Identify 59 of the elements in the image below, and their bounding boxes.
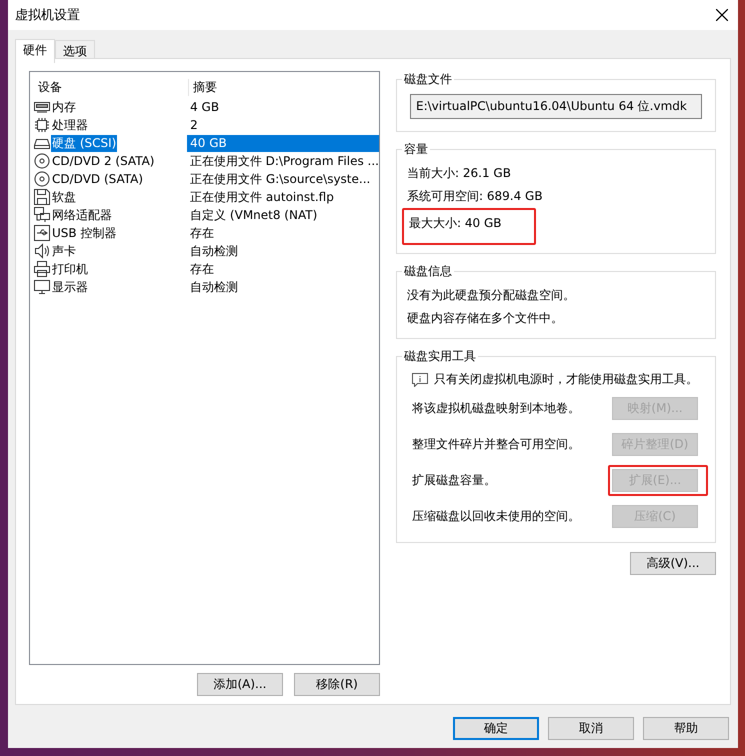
group-title: 磁盘文件 [403, 71, 453, 88]
device-name[interactable]: CD/DVD (SATA) [51, 170, 144, 188]
column-header: 设备 [34, 78, 189, 96]
info-text: 没有为此硬盘预分配磁盘空间。 [406, 287, 576, 304]
monitor-icon [34, 279, 50, 295]
device-summary[interactable]: 自动检测 [187, 242, 379, 260]
device-summary[interactable]: 自定义 (VMnet8 (NAT) [187, 206, 379, 224]
disc-icon [34, 171, 50, 187]
device-name[interactable]: 打印机 [51, 260, 89, 278]
group-title: 磁盘信息 [403, 263, 453, 280]
list-button[interactable]: 添加(A)... [197, 673, 283, 696]
tab[interactable]: 硬件 [15, 39, 55, 63]
info-text: 硬盘内容存储在多个文件中。 [406, 310, 564, 327]
device-summary[interactable]: 正在使用文件 D:\Program Files ... [186, 152, 379, 170]
column-header: 摘要 [192, 78, 217, 96]
chip-icon [34, 117, 50, 133]
disc-icon [34, 153, 50, 169]
utility-label: 压缩磁盘以回收未使用的空间。 [412, 508, 580, 524]
info-icon [412, 372, 428, 386]
usb-icon [34, 225, 50, 241]
device-summary[interactable]: 正在使用文件 G:\source\syste... [187, 170, 379, 188]
dialog-button[interactable]: 确定 [453, 717, 539, 740]
device-name[interactable]: 处理器 [51, 116, 89, 134]
device-name[interactable]: 内存 [51, 98, 77, 116]
note-text: 只有关闭虚拟机电源时，才能使用磁盘实用工具。 [434, 371, 698, 388]
printer-icon [34, 261, 50, 277]
device-name[interactable]: 硬盘 (SCSI) [51, 134, 118, 152]
utility-label: 扩展磁盘容量。 [412, 472, 496, 488]
file-path-field[interactable]: E:\virtualPC\ubuntu16.04\Ubuntu 64 位.vmdk [410, 94, 702, 119]
device-summary[interactable]: 自动检测 [187, 278, 379, 296]
floppy-icon [34, 189, 50, 205]
dialog-button[interactable]: 帮助 [643, 717, 729, 740]
device-summary[interactable]: 正在使用文件 autoinst.flp [187, 188, 379, 206]
list-button[interactable]: 移除(R) [294, 673, 380, 696]
close-icon[interactable] [716, 9, 728, 21]
capacity-text: 系统可用空间: 689.4 GB [406, 188, 544, 205]
window-title: 虚拟机设置 [15, 7, 80, 24]
device-summary[interactable]: 2 [187, 116, 379, 134]
device-name[interactable]: 软盘 [51, 188, 77, 206]
utility-label: 将该虚拟机磁盘映射到本地卷。 [412, 400, 580, 416]
device-summary[interactable]: 存在 [187, 260, 379, 278]
device-name[interactable]: 网络适配器 [51, 206, 113, 224]
group-title: 磁盘实用工具 [403, 348, 477, 365]
device-summary[interactable]: 4 GB [187, 98, 379, 116]
device-name[interactable]: 声卡 [51, 242, 77, 260]
speaker-icon [34, 243, 50, 259]
memory-icon [34, 99, 50, 115]
advanced-button[interactable]: 高级(V)... [630, 552, 716, 575]
network-icon [34, 207, 50, 223]
device-name[interactable]: USB 控制器 [51, 224, 118, 242]
dialog-button[interactable]: 取消 [548, 717, 634, 740]
device-name[interactable]: CD/DVD 2 (SATA) [51, 152, 156, 170]
utility-label: 整理文件碎片并整合可用空间。 [412, 436, 580, 452]
capacity-text: 当前大小: 26.1 GB [406, 165, 512, 182]
group-title: 容量 [403, 141, 429, 158]
device-name[interactable]: 显示器 [51, 278, 89, 296]
capacity-text: 最大大小: 40 GB [408, 215, 502, 232]
device-summary[interactable]: 40 GB [187, 134, 379, 152]
device-summary[interactable]: 存在 [187, 224, 379, 242]
